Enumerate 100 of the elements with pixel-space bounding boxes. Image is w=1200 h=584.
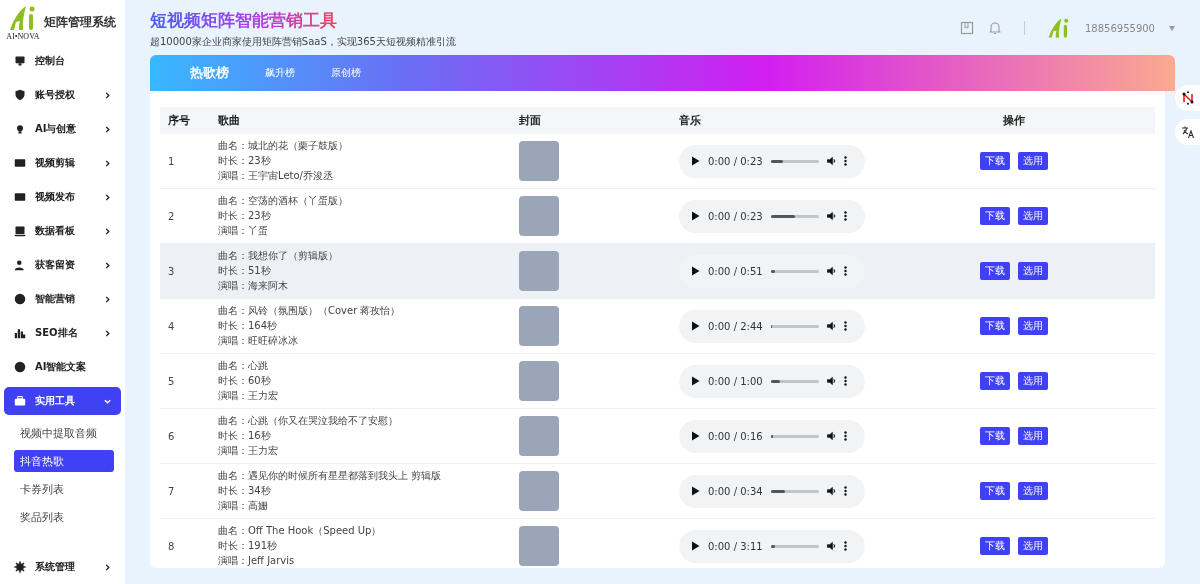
action-button[interactable]: 下载 [980,152,1010,170]
progress-track[interactable] [770,324,819,328]
sidebar-item[interactable]: 系统管理 [4,553,121,581]
submenu-item[interactable]: 抖音热歌 [14,450,114,472]
tab[interactable]: 原创榜 [315,62,377,84]
play-icon[interactable] [691,321,700,331]
action-button[interactable]: 下载 [980,317,1010,335]
action-button[interactable]: 选用 [1018,537,1048,555]
play-icon[interactable] [691,541,700,551]
song-singer: 演唱：丫蛋 [218,224,268,238]
sidebar-item[interactable]: 视频剪辑 [4,149,121,177]
volume-icon[interactable] [826,321,836,331]
sidebar-item[interactable]: AI智能文案 [4,353,121,381]
network-icon[interactable] [1175,85,1200,111]
sidebar-item[interactable]: AI与创意 [4,115,121,143]
progress-track[interactable] [770,544,819,548]
progress-track[interactable] [770,269,819,273]
index-cell: 7 [160,464,210,519]
play-icon[interactable] [691,266,700,276]
briefcase-icon [14,395,26,407]
action-button[interactable]: 下载 [980,427,1010,445]
audio-player[interactable]: 0:00 / 0:23 [679,199,865,233]
action-button[interactable]: 选用 [1018,262,1048,280]
volume-icon[interactable] [826,541,836,551]
chart-icon [14,225,26,237]
sidebar-item[interactable]: 账号授权 [4,81,121,109]
audio-player[interactable]: 0:00 / 0:51 [679,254,865,288]
chevron-icon [104,159,111,167]
audio-player[interactable]: 0:00 / 0:23 [679,144,865,178]
action-button[interactable]: 下载 [980,482,1010,500]
audio-time: 0:00 / 1:00 [708,375,763,387]
audio-time: 0:00 / 2:44 [708,320,763,332]
song-duration: 时长：16秒 [218,429,271,443]
play-icon[interactable] [691,431,700,441]
sidebar-item[interactable]: SEO排名 [4,319,121,347]
audio-player[interactable]: 0:00 / 2:44 [679,309,865,343]
song-title: 曲名：心跳 [218,359,268,373]
sidebar-item[interactable]: 智能营销 [4,285,121,313]
more-icon[interactable] [843,266,847,276]
sidebar-item[interactable]: 数据看板 [4,217,121,245]
audio-player[interactable]: 0:00 / 0:34 [679,474,865,508]
volume-icon[interactable] [826,486,836,496]
audio-player[interactable]: 0:00 / 0:16 [679,419,865,453]
sidebar-item[interactable]: 视频发布 [4,183,121,211]
action-button[interactable]: 选用 [1018,482,1048,500]
more-icon[interactable] [843,431,847,441]
sidebar-item[interactable]: 获客留资 [4,251,121,279]
song-singer: 演唱：高姗 [218,499,268,513]
volume-icon[interactable] [826,211,836,221]
action-button[interactable]: 选用 [1018,427,1048,445]
action-button[interactable]: 下载 [980,262,1010,280]
submenu-item[interactable]: 卡券列表 [14,478,114,500]
action-button[interactable]: 选用 [1018,207,1048,225]
chevron-icon [104,193,111,201]
index-cell: 8 [160,519,210,568]
cover-photo-placeholder [519,141,559,181]
translate-icon[interactable] [1175,119,1200,145]
cover-photo-placeholder [519,361,559,401]
audio-player[interactable]: 0:00 / 1:00 [679,364,865,398]
song-title: 曲名：Off The Hook（Speed Up） [218,524,382,538]
song-singer: 演唱：王力宏 [218,389,278,403]
progress-track[interactable] [770,489,819,493]
more-icon[interactable] [843,541,847,551]
sidebar-item[interactable]: 控制台 [4,47,121,75]
column-header: 序号 [160,107,210,134]
index-cell: 6 [160,409,210,464]
play-icon[interactable] [691,486,700,496]
play-icon[interactable] [691,376,700,386]
more-icon[interactable] [843,486,847,496]
page-subtitle: 超10000家企业商家使用矩阵营销SaaS，实现365天短视频精准引流 [150,35,457,49]
volume-icon[interactable] [826,266,836,276]
more-icon[interactable] [843,321,847,331]
sidebar-item[interactable]: 实用工具 [4,387,121,415]
action-button[interactable]: 选用 [1018,372,1048,390]
column-header: 音乐 [671,107,911,134]
progress-track[interactable] [770,214,819,218]
more-icon[interactable] [843,376,847,386]
progress-track[interactable] [770,159,819,163]
submenu-item[interactable]: 奖品列表 [14,506,114,528]
chevron-icon [104,397,111,405]
action-button[interactable]: 下载 [980,537,1010,555]
play-icon[interactable] [691,156,700,166]
more-icon[interactable] [843,156,847,166]
progress-track[interactable] [770,379,819,383]
song-singer: 演唱：王力宏 [218,444,278,458]
submenu-item[interactable]: 视频中提取音频 [14,422,114,444]
action-button[interactable]: 选用 [1018,317,1048,335]
monitor-icon [14,55,26,67]
volume-icon[interactable] [826,376,836,386]
action-button[interactable]: 选用 [1018,152,1048,170]
progress-track[interactable] [770,434,819,438]
volume-icon[interactable] [826,156,836,166]
more-icon[interactable] [843,211,847,221]
play-icon[interactable] [691,211,700,221]
audio-player[interactable]: 0:00 / 3:11 [679,529,865,563]
song-singer: 演唱：Jeff Jarvis [218,554,295,568]
volume-icon[interactable] [826,431,836,441]
audio-time: 0:00 / 3:11 [708,540,763,552]
action-button[interactable]: 下载 [980,372,1010,390]
action-button[interactable]: 下载 [980,207,1010,225]
